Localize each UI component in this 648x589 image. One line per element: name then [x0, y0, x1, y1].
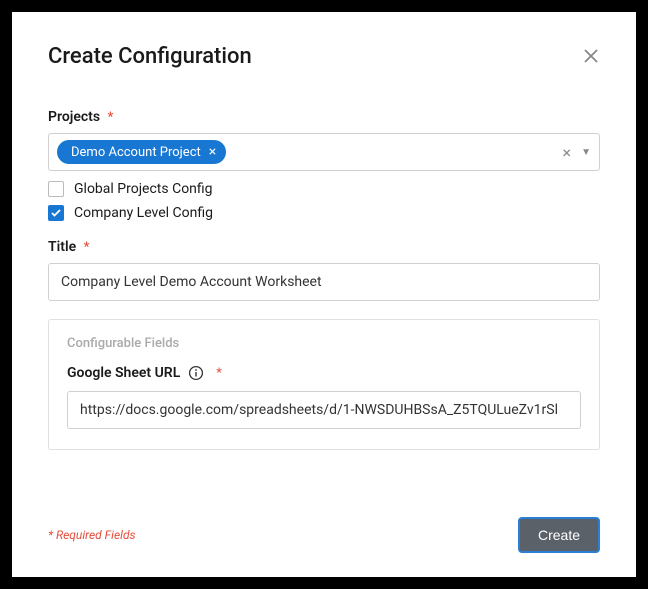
required-star: *: [216, 366, 222, 381]
configurable-fields-section: Configurable Fields Google Sheet URL *: [48, 319, 600, 450]
select-controls: × ▼: [563, 143, 591, 162]
form-content: Projects * Demo Account Project × × ▼ Gl…: [48, 109, 600, 493]
info-icon[interactable]: [188, 365, 204, 381]
title-section: Title *: [48, 239, 600, 301]
modal-title: Create Configuration: [48, 44, 252, 69]
project-chip: Demo Account Project ×: [57, 140, 226, 164]
required-star: *: [108, 110, 114, 125]
modal-footer: * Required Fields Create: [48, 517, 600, 553]
title-label-text: Title: [48, 239, 76, 255]
close-icon[interactable]: [582, 44, 600, 68]
global-config-row: Global Projects Config: [48, 181, 600, 197]
title-label: Title *: [48, 239, 600, 255]
url-label-row: Google Sheet URL *: [67, 365, 581, 381]
title-input[interactable]: [48, 263, 600, 301]
required-star: *: [84, 240, 90, 255]
projects-label-text: Projects: [48, 109, 100, 125]
chevron-down-icon[interactable]: ▼: [581, 147, 591, 158]
configurable-fields-title: Configurable Fields: [67, 336, 581, 351]
create-button[interactable]: Create: [518, 517, 600, 553]
company-config-label: Company Level Config: [74, 205, 213, 221]
global-config-label: Global Projects Config: [74, 181, 213, 197]
clear-icon[interactable]: ×: [563, 143, 572, 162]
company-config-row: Company Level Config: [48, 205, 600, 221]
global-config-checkbox[interactable]: [48, 181, 64, 197]
google-sheet-url-input[interactable]: [67, 391, 581, 429]
modal-header: Create Configuration: [48, 44, 600, 69]
company-config-checkbox[interactable]: [48, 205, 64, 221]
create-configuration-modal: Create Configuration Projects * Demo Acc…: [12, 12, 636, 577]
project-chip-label: Demo Account Project: [71, 145, 201, 160]
projects-select[interactable]: Demo Account Project × × ▼: [48, 133, 600, 171]
google-sheet-url-label: Google Sheet URL: [67, 365, 180, 381]
required-fields-note: * Required Fields: [48, 528, 136, 542]
projects-label: Projects *: [48, 109, 600, 125]
projects-section: Projects * Demo Account Project × × ▼ Gl…: [48, 109, 600, 221]
chip-remove-icon[interactable]: ×: [209, 144, 216, 160]
